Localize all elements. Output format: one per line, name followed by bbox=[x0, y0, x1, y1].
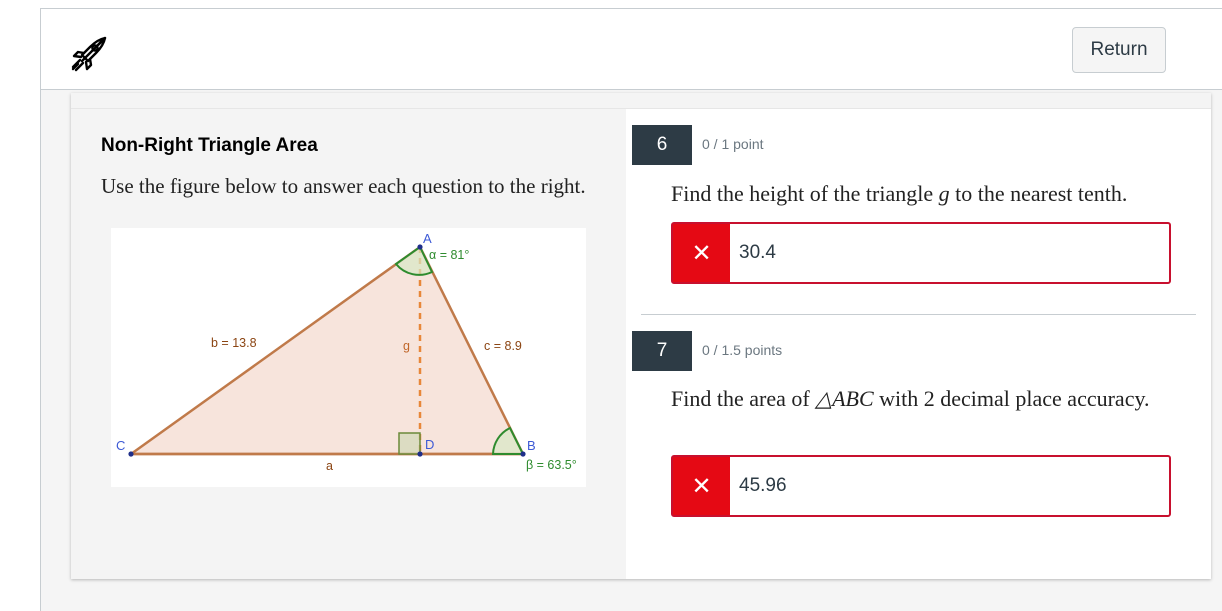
return-button[interactable]: Return bbox=[1072, 27, 1166, 73]
question-points: 0 / 1 point bbox=[702, 136, 764, 152]
stimulus-title: Non-Right Triangle Area bbox=[101, 135, 318, 156]
card-top-strip bbox=[71, 93, 1211, 109]
vertex-b-point bbox=[520, 451, 526, 457]
side-c-label: c = 8.9 bbox=[484, 339, 522, 353]
stimulus-instructions: Use the figure below to answer each ques… bbox=[101, 174, 586, 198]
stimulus-pane: Non-Right Triangle Area Use the figure b… bbox=[71, 109, 626, 579]
math-expression: △ABC bbox=[815, 386, 874, 411]
angle-beta-label: β = 63.5° bbox=[526, 458, 577, 472]
question-divider bbox=[641, 314, 1196, 315]
answer-value: 30.4 bbox=[739, 242, 776, 263]
math-variable: g bbox=[938, 181, 950, 206]
question-text-end: with 2 decimal place accuracy. bbox=[873, 386, 1150, 411]
questions-pane: 6 0 / 1 point Find the height of the tri… bbox=[626, 109, 1211, 579]
vertex-a-point bbox=[417, 244, 423, 250]
question-text-start: Find the height of the triangle bbox=[671, 181, 939, 206]
question-text-start: Find the area of bbox=[671, 386, 816, 411]
vertex-a-label: A bbox=[423, 231, 432, 246]
answer-field[interactable]: ✕ 45.96 bbox=[671, 455, 1171, 517]
vertex-d-point bbox=[417, 451, 423, 457]
rocket-icon bbox=[71, 36, 107, 72]
close-icon: ✕ bbox=[673, 224, 730, 282]
answer-field[interactable]: ✕ 30.4 bbox=[671, 222, 1171, 284]
quiz-window: Return Non-Right Triangle Area Use the f… bbox=[40, 8, 1222, 611]
right-angle-marker bbox=[398, 432, 421, 455]
vertex-c-label: C bbox=[116, 438, 125, 453]
vertex-c-point bbox=[128, 451, 134, 457]
question-text-end: to the nearest tenth. bbox=[949, 181, 1128, 206]
question-text: Find the area of △ABC with 2 decimal pla… bbox=[671, 384, 1191, 414]
answer-value: 45.96 bbox=[739, 475, 787, 496]
question-number-badge: 6 bbox=[632, 125, 692, 165]
question-points: 0 / 1.5 points bbox=[702, 342, 783, 358]
vertex-b-label: B bbox=[527, 438, 536, 453]
quiz-card: Non-Right Triangle Area Use the figure b… bbox=[71, 93, 1211, 579]
side-b-label: b = 13.8 bbox=[211, 336, 257, 350]
close-icon: ✕ bbox=[673, 457, 730, 515]
triangle-shape bbox=[129, 245, 525, 456]
vertex-d-label: D bbox=[425, 437, 434, 452]
side-a-label: a bbox=[326, 459, 333, 473]
height-g-label: g bbox=[403, 339, 410, 353]
question-text: Find the height of the triangle g to the… bbox=[671, 179, 1191, 209]
question-number-badge: 7 bbox=[632, 331, 692, 371]
top-bar: Return bbox=[41, 9, 1222, 90]
angle-alpha-label: α = 81° bbox=[429, 248, 469, 262]
triangle-figure: A B C D α = 81° β = 63.5° b = 13.8 c = 8… bbox=[111, 228, 586, 487]
